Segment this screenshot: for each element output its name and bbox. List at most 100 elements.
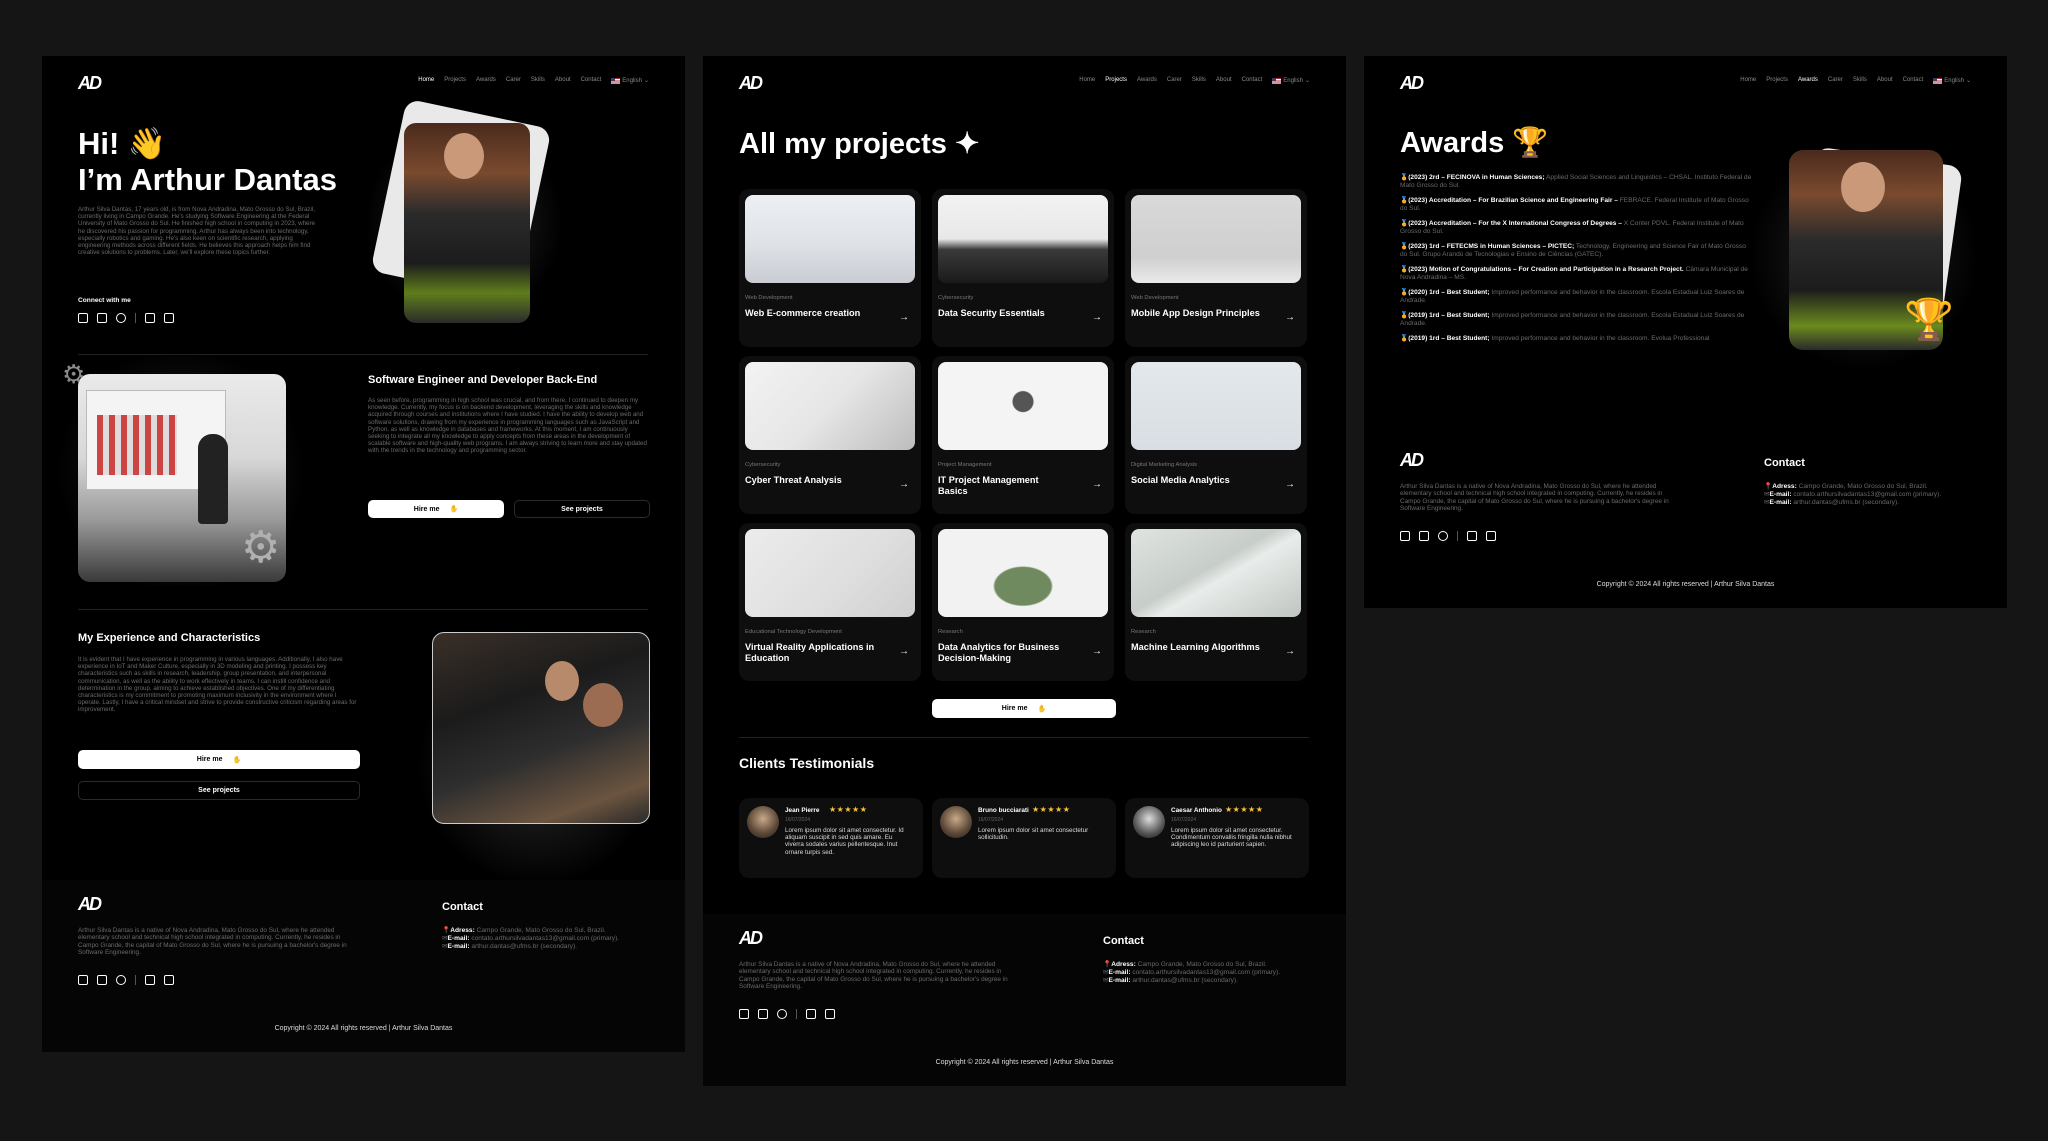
arrow-right-icon[interactable]: → <box>1285 312 1295 323</box>
arrow-right-icon[interactable]: → <box>899 646 909 657</box>
language-label: English <box>1283 77 1303 84</box>
github-icon[interactable] <box>777 1009 787 1019</box>
graduation-cap-icon[interactable] <box>145 313 155 323</box>
footer-social-links <box>78 975 174 985</box>
copyright: Copyright © 2024 All rights reserved | A… <box>1596 581 1775 588</box>
project-card[interactable]: Research Machine Learning Algorithms → <box>1125 523 1307 681</box>
arrow-right-icon[interactable]: → <box>1092 312 1102 323</box>
footer-logo[interactable]: AD <box>78 894 102 915</box>
github-icon[interactable] <box>116 313 126 323</box>
footer-logo[interactable]: AD <box>739 928 763 949</box>
nav-contact[interactable]: Contact <box>1903 77 1924 84</box>
nav-awards[interactable]: Awards <box>1798 77 1818 84</box>
mail-icon[interactable] <box>164 313 174 323</box>
nav-contact[interactable]: Contact <box>581 77 602 84</box>
project-image <box>1131 195 1301 283</box>
chevron-down-icon: ⌄ <box>1304 78 1310 84</box>
graduation-cap-icon[interactable] <box>145 975 155 985</box>
address-label: Adress: <box>1772 483 1797 490</box>
nav-skills[interactable]: Skills <box>1192 77 1206 84</box>
arrow-right-icon[interactable]: → <box>1092 479 1102 490</box>
nav-projects[interactable]: Projects <box>1105 77 1127 84</box>
project-category: Cybersecurity <box>745 462 781 468</box>
avatar <box>1133 806 1165 838</box>
avatar <box>940 806 972 838</box>
project-card[interactable]: Cybersecurity Data Security Essentials → <box>932 189 1114 347</box>
project-card[interactable]: Educational Technology Development Virtu… <box>739 523 921 681</box>
section-title-backend: Software Engineer and Developer Back-End <box>368 374 598 386</box>
nav-carer[interactable]: Carer <box>506 77 521 84</box>
footer-social-links <box>1400 531 1496 541</box>
testimonial-name: Jean Pierre <box>785 807 820 814</box>
nav-carer[interactable]: Carer <box>1828 77 1843 84</box>
github-icon[interactable] <box>1438 531 1448 541</box>
nav-home[interactable]: Home <box>1079 77 1095 84</box>
footer-logo[interactable]: AD <box>1400 450 1424 471</box>
nav-carer[interactable]: Carer <box>1167 77 1182 84</box>
project-card[interactable]: Project Management IT Project Management… <box>932 356 1114 514</box>
linkedin-icon[interactable] <box>758 1009 768 1019</box>
nav-awards[interactable]: Awards <box>476 77 496 84</box>
language-selector[interactable]: English ⌄ <box>611 77 649 84</box>
footer: AD Arthur Silva Dantas is a native of No… <box>42 880 685 1052</box>
nav-home[interactable]: Home <box>418 77 434 84</box>
arrow-right-icon[interactable]: → <box>1285 646 1295 657</box>
footer-bio: Arthur Silva Dantas is a native of Nova … <box>739 961 1008 991</box>
hire-me-button[interactable]: Hire me ✋ <box>368 500 504 518</box>
instagram-icon[interactable] <box>78 313 88 323</box>
brand-logo[interactable]: AD <box>739 73 763 94</box>
main-nav: Home Projects Awards Carer Skills About … <box>1079 77 1310 84</box>
nav-projects[interactable]: Projects <box>444 77 466 84</box>
award-title: (2023) Accreditation – For the X Interna… <box>1408 220 1622 227</box>
linkedin-icon[interactable] <box>97 313 107 323</box>
project-card[interactable]: Cybersecurity Cyber Threat Analysis → <box>739 356 921 514</box>
project-card[interactable]: Digital Marketing Analysis Social Media … <box>1125 356 1307 514</box>
instagram-icon[interactable] <box>78 975 88 985</box>
graduation-cap-icon[interactable] <box>1467 531 1477 541</box>
mail-icon[interactable] <box>164 975 174 985</box>
hire-me-button[interactable]: Hire me ✋ <box>932 699 1116 718</box>
see-projects-button[interactable]: See projects <box>78 781 360 800</box>
nav-about[interactable]: About <box>1216 77 1232 84</box>
project-card[interactable]: Research Data Analytics for Business Dec… <box>932 523 1114 681</box>
contact-email-primary[interactable]: ✉E-mail: contato.arthursilvadantas13@gma… <box>1103 969 1280 977</box>
mail-icon[interactable] <box>1486 531 1496 541</box>
nav-projects[interactable]: Projects <box>1766 77 1788 84</box>
hire-me-label: Hire me <box>1001 705 1028 712</box>
mail-icon[interactable] <box>825 1009 835 1019</box>
nav-about[interactable]: About <box>1877 77 1893 84</box>
arrow-right-icon[interactable]: → <box>1092 646 1102 657</box>
nav-skills[interactable]: Skills <box>1853 77 1867 84</box>
contact-email-secondary[interactable]: ✉E-mail: arthur.dantas@ufms.br (secondar… <box>1103 977 1280 985</box>
award-item: 🏅(2019) 1rd – Best Student; Improved per… <box>1400 335 1710 342</box>
nav-about[interactable]: About <box>555 77 571 84</box>
arrow-right-icon[interactable]: → <box>1285 479 1295 490</box>
contact-email-primary[interactable]: ✉E-mail: contato.arthursilvadantas13@gma… <box>442 935 619 943</box>
nav-home[interactable]: Home <box>1740 77 1756 84</box>
language-selector[interactable]: English ⌄ <box>1933 77 1971 84</box>
rating-stars: ★★★★★ <box>1225 805 1264 814</box>
project-card[interactable]: Web Development Mobile App Design Princi… <box>1125 189 1307 347</box>
see-projects-button[interactable]: See projects <box>514 500 650 518</box>
hire-me-button[interactable]: Hire me ✋ <box>78 750 360 769</box>
contact-email-primary[interactable]: ✉E-mail: contato.arthursilvadantas13@gma… <box>1764 491 1941 499</box>
testimonial-card: Caesar Anthonio ★★★★★ 16/07/2024 Lorem i… <box>1125 798 1309 878</box>
arrow-right-icon[interactable]: → <box>899 479 909 490</box>
brand-logo[interactable]: AD <box>78 73 102 94</box>
project-card[interactable]: Web Development Web E-commerce creation … <box>739 189 921 347</box>
contact-email-secondary[interactable]: ✉E-mail: arthur.dantas@ufms.br (secondar… <box>442 943 619 951</box>
instagram-icon[interactable] <box>1400 531 1410 541</box>
brand-logo[interactable]: AD <box>1400 73 1424 94</box>
graduation-cap-icon[interactable] <box>806 1009 816 1019</box>
github-icon[interactable] <box>116 975 126 985</box>
nav-contact[interactable]: Contact <box>1242 77 1263 84</box>
arrow-right-icon[interactable]: → <box>899 312 909 323</box>
nav-skills[interactable]: Skills <box>531 77 545 84</box>
nav-awards[interactable]: Awards <box>1137 77 1157 84</box>
footer-social-links <box>739 1009 835 1019</box>
language-selector[interactable]: English ⌄ <box>1272 77 1310 84</box>
linkedin-icon[interactable] <box>1419 531 1429 541</box>
instagram-icon[interactable] <box>739 1009 749 1019</box>
contact-email-secondary[interactable]: ✉E-mail: arthur.dantas@ufms.br (secondar… <box>1764 499 1941 507</box>
linkedin-icon[interactable] <box>97 975 107 985</box>
